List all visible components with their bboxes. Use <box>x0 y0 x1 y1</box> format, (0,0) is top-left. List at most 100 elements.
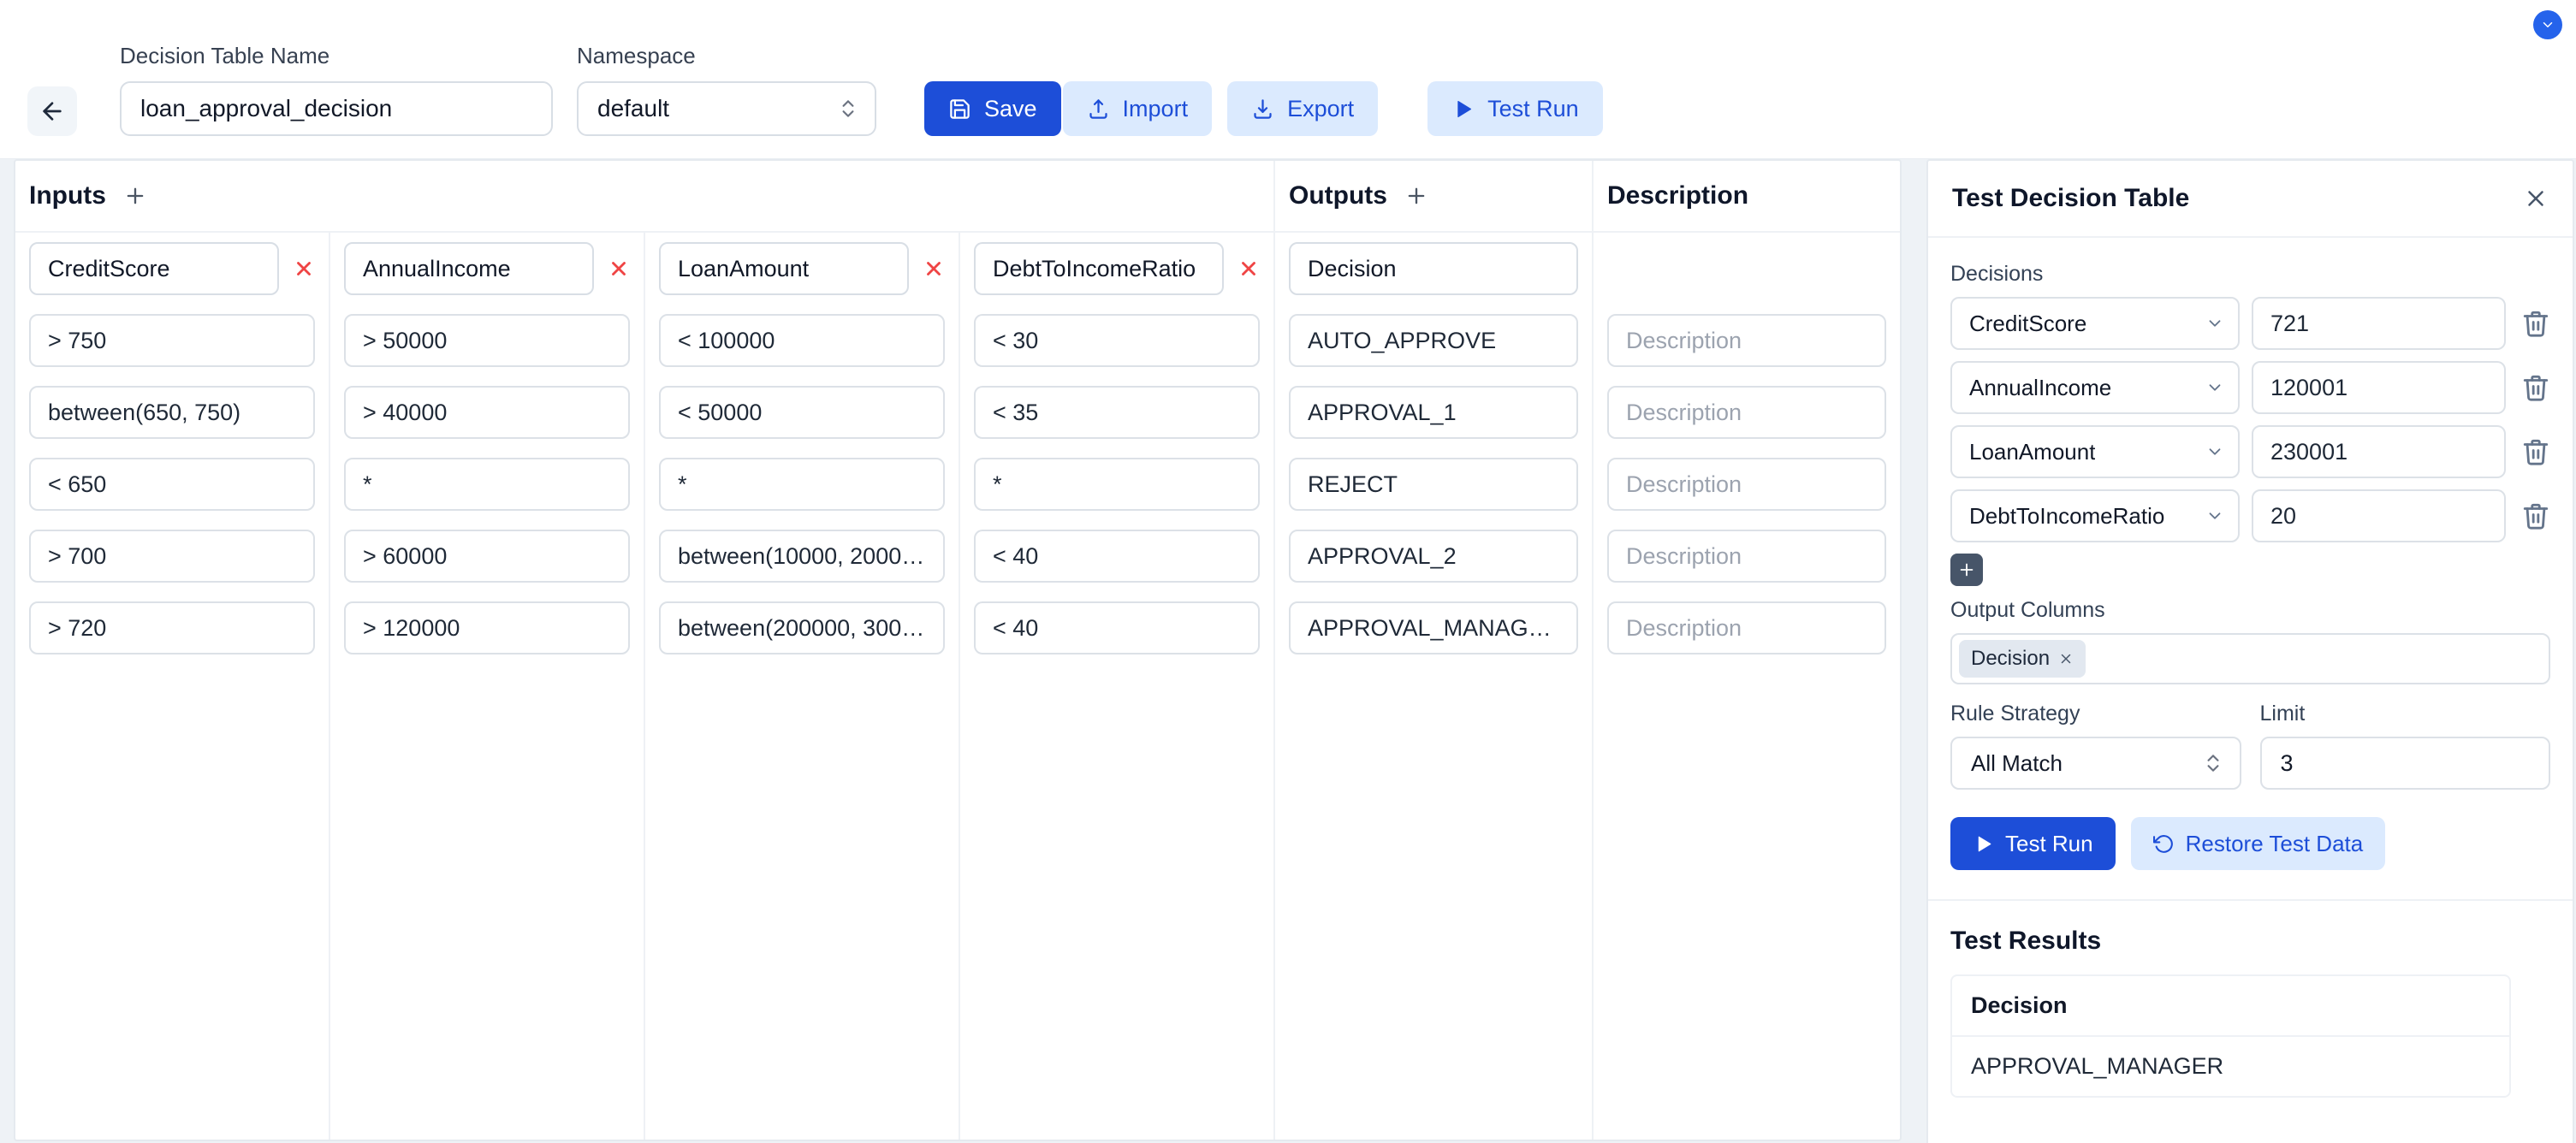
add-decision-row-button[interactable] <box>1950 554 1983 586</box>
rule-cell-output[interactable] <box>1289 458 1578 511</box>
rule-cell-input[interactable] <box>29 314 315 367</box>
topbar: Decision Table Name Namespace default Sa… <box>0 0 2576 159</box>
back-button[interactable] <box>27 86 77 136</box>
remove-chip-icon[interactable] <box>2058 651 2074 666</box>
inputs-section-header: Inputs <box>15 161 1275 233</box>
input-column-header-0: CreditScore <box>15 233 330 305</box>
rule-cell-description[interactable] <box>1607 601 1886 654</box>
restore-icon <box>2153 833 2175 855</box>
output-column-header: Decision <box>1275 233 1594 305</box>
close-icon[interactable] <box>2523 186 2549 211</box>
test-run-button-top[interactable]: Test Run <box>1427 81 1603 136</box>
delete-column-icon-1[interactable] <box>608 258 630 280</box>
trash-icon-0[interactable] <box>2521 309 2550 338</box>
rule-cell-input[interactable] <box>344 314 630 367</box>
import-button-label: Import <box>1123 96 1189 122</box>
grid-filler <box>15 664 330 1140</box>
table-row <box>15 448 330 520</box>
test-actions-row: Test Run Restore Test Data <box>1950 817 2550 870</box>
rule-cell-input[interactable] <box>344 386 630 439</box>
decision-value-input-0[interactable] <box>2252 297 2506 350</box>
table-row <box>15 376 330 448</box>
output-column-name[interactable]: Decision <box>1289 242 1578 295</box>
rule-cell-input[interactable] <box>29 530 315 583</box>
download-icon <box>1251 98 1274 121</box>
rule-cell-input[interactable] <box>974 601 1260 654</box>
description-column-header <box>1594 233 1900 305</box>
rule-cell-input[interactable] <box>29 601 315 654</box>
test-run-button[interactable]: Test Run <box>1950 817 2116 870</box>
input-column-name-3[interactable]: DebtToIncomeRatio <box>974 242 1224 295</box>
updown-chevrons-icon <box>837 98 859 120</box>
rule-cell-input[interactable] <box>344 601 630 654</box>
play-icon <box>1451 98 1475 121</box>
results-column-header: Decision <box>1952 976 2509 1037</box>
rule-cell-input[interactable] <box>659 314 945 367</box>
table-row <box>15 592 330 664</box>
rule-cell-input[interactable] <box>974 458 1260 511</box>
table-name-label: Decision Table Name <box>120 43 553 69</box>
decision-field-select-3[interactable]: DebtToIncomeRatio <box>1950 489 2240 542</box>
table-name-input[interactable] <box>120 81 553 136</box>
delete-column-icon-0[interactable] <box>293 258 315 280</box>
table-row <box>15 305 330 376</box>
save-button[interactable]: Save <box>924 81 1061 136</box>
rule-strategy-label: Rule Strategy <box>1950 702 2241 726</box>
import-button[interactable]: Import <box>1063 81 1213 136</box>
delete-column-icon-3[interactable] <box>1238 258 1260 280</box>
rule-cell-input[interactable] <box>29 458 315 511</box>
rule-cell-output[interactable] <box>1289 601 1578 654</box>
namespace-field: Namespace default <box>577 43 876 136</box>
rule-strategy-select[interactable]: All Match <box>1950 737 2241 790</box>
rule-cell-description[interactable] <box>1607 386 1886 439</box>
decision-field-select-2[interactable]: LoanAmount <box>1950 425 2240 478</box>
export-button[interactable]: Export <box>1227 81 1378 136</box>
rule-cell-output[interactable] <box>1289 314 1578 367</box>
input-column-name-2[interactable]: LoanAmount <box>659 242 909 295</box>
rule-cell-input[interactable] <box>974 386 1260 439</box>
rule-cell-input[interactable] <box>659 386 945 439</box>
decision-value-input-1[interactable] <box>2252 361 2506 414</box>
arrow-left-icon <box>39 98 66 125</box>
decision-value-input-2[interactable] <box>2252 425 2506 478</box>
rule-cell-input[interactable] <box>974 314 1260 367</box>
add-input-column-icon[interactable] <box>123 184 147 208</box>
decision-field-select-0[interactable]: CreditScore <box>1950 297 2240 350</box>
rule-cell-input[interactable] <box>659 458 945 511</box>
test-run-label: Test Run <box>2005 831 2093 857</box>
rule-cell-input[interactable] <box>659 601 945 654</box>
rule-cell-description[interactable] <box>1607 530 1886 583</box>
decision-field-select-1[interactable]: AnnualIncome <box>1950 361 2240 414</box>
decision-input-row: CreditScore <box>1950 297 2550 350</box>
rule-cell-input[interactable] <box>344 530 630 583</box>
rule-cell-description[interactable] <box>1607 314 1886 367</box>
rule-cell-description[interactable] <box>1607 458 1886 511</box>
topbar-actions: Save Import Export Test Run <box>924 81 1603 136</box>
input-column-name-1[interactable]: AnnualIncome <box>344 242 594 295</box>
rule-cell-input[interactable] <box>344 458 630 511</box>
trash-icon-3[interactable] <box>2521 501 2550 530</box>
play-icon <box>1973 833 1994 855</box>
input-column-name-0[interactable]: CreditScore <box>29 242 279 295</box>
trash-icon-2[interactable] <box>2521 437 2550 466</box>
output-column-chip: Decision <box>1959 640 2086 678</box>
delete-column-icon-2[interactable] <box>923 258 945 280</box>
description-section-header: Description <box>1594 161 1900 233</box>
restore-test-data-button[interactable]: Restore Test Data <box>2131 817 2386 870</box>
trash-icon-1[interactable] <box>2521 373 2550 402</box>
output-columns-input[interactable]: Decision <box>1950 633 2550 684</box>
decision-value-input-3[interactable] <box>2252 489 2506 542</box>
rule-cell-input[interactable] <box>659 530 945 583</box>
add-output-column-icon[interactable] <box>1404 184 1428 208</box>
rule-cell-input[interactable] <box>29 386 315 439</box>
rule-cell-output[interactable] <box>1289 530 1578 583</box>
rule-cell-input[interactable] <box>974 530 1260 583</box>
rule-cell-output[interactable] <box>1289 386 1578 439</box>
limit-input[interactable] <box>2260 737 2551 790</box>
decision-input-row: AnnualIncome <box>1950 361 2550 414</box>
namespace-select[interactable]: default <box>577 81 876 136</box>
chevron-down-badge[interactable] <box>2533 10 2562 39</box>
save-button-label: Save <box>984 96 1037 122</box>
input-column-header-1: AnnualIncome <box>330 233 645 305</box>
table-row <box>15 520 330 592</box>
